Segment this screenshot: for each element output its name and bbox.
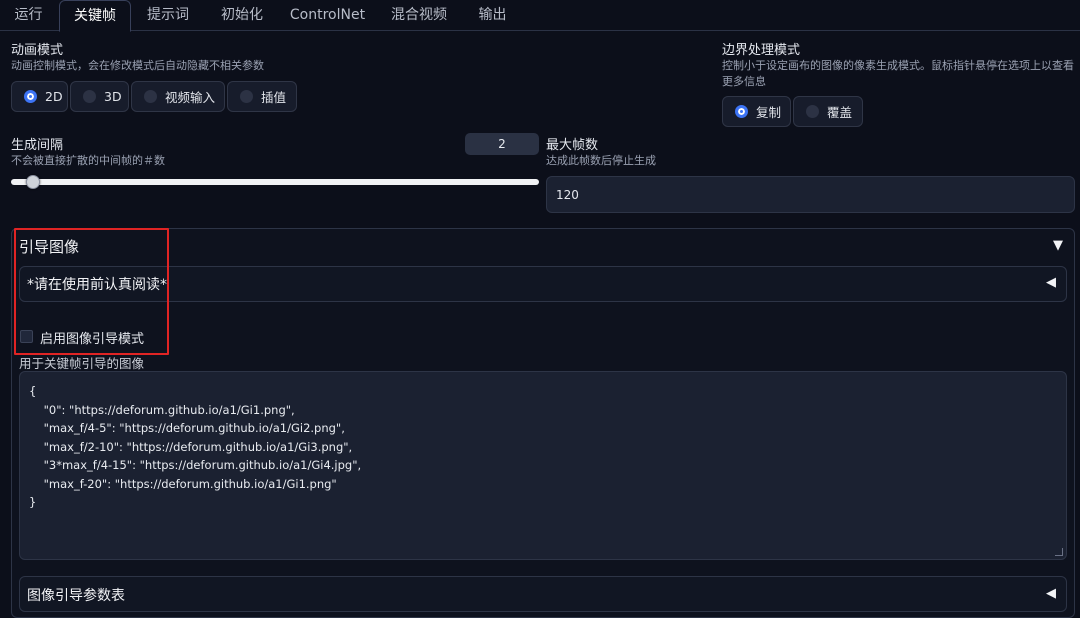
border-mode-description: 控制小于设定画布的图像的像素生成模式。鼠标指针悬停在选项上以查看 (722, 59, 1074, 72)
animation-mode-option-video-input[interactable]: 视频输入 (131, 81, 225, 112)
radio-empty-icon (83, 90, 96, 103)
enable-guided-images-checkbox[interactable] (20, 330, 33, 343)
animation-mode-option-2d[interactable]: 2D (11, 81, 68, 112)
notice-accordion[interactable] (19, 266, 1067, 302)
enable-guided-images-label: 启用图像引导模式 (40, 332, 145, 347)
animation-mode-option-3d[interactable]: 3D (70, 81, 129, 112)
cadence-label: 生成间隔 (11, 138, 64, 153)
notice-title: *请在使用前认真阅读* (27, 277, 167, 293)
border-mode-option-wrap[interactable]: 覆盖 (793, 96, 863, 127)
tab-bar: 运行 关键帧 提示词 初始化 ControlNet 混合视频 输出 (0, 0, 1080, 32)
tab-output[interactable]: 输出 (465, 0, 520, 31)
guided-images-title[interactable]: 引导图像 (19, 236, 79, 257)
collapse-triangle-down-icon[interactable]: ▼ (1053, 238, 1063, 253)
guided-images-field-label: 用于关键帧引导的图像 (19, 356, 145, 371)
radio-selected-icon (24, 90, 37, 103)
cadence-description: 不会被直接扩散的中间帧的＃数 (11, 154, 165, 167)
animation-mode-radio-group: 2D 3D 视频输入 插值 (11, 81, 301, 112)
schedule-title: 图像引导参数表 (27, 588, 125, 604)
tab-hybrid-video[interactable]: 混合视频 (376, 0, 462, 31)
tab-controlnet[interactable]: ControlNet (280, 0, 375, 31)
radio-empty-icon (240, 90, 253, 103)
option-label: 视频输入 (165, 90, 216, 105)
schedule-accordion[interactable] (19, 576, 1067, 612)
option-label: 复制 (756, 105, 782, 120)
radio-selected-icon (735, 105, 748, 118)
tab-run[interactable]: 运行 (0, 0, 57, 31)
option-label: 3D (104, 89, 122, 104)
radio-empty-icon (806, 105, 819, 118)
max-frames-description: 达成此帧数后停止生成 (546, 154, 656, 167)
animation-mode-description: 动画控制模式，会在修改模式后自动隐藏不相关参数 (11, 59, 264, 72)
radio-empty-icon (144, 90, 157, 103)
cadence-number-input[interactable]: 2 (465, 133, 539, 155)
tab-keyframes[interactable]: 关键帧 (59, 0, 131, 32)
animation-mode-option-interpolation[interactable]: 插值 (227, 81, 297, 112)
expand-triangle-left-icon[interactable]: ◀ (1046, 275, 1056, 290)
border-mode-radio-group: 复制 覆盖 (722, 96, 867, 127)
guided-images-json-textarea[interactable]: { "0": "https://deforum.github.io/a1/Gi1… (19, 371, 1067, 560)
cadence-slider[interactable] (11, 179, 539, 185)
border-mode-label: 边界处理模式 (722, 43, 801, 58)
expand-triangle-left-icon[interactable]: ◀ (1046, 586, 1056, 601)
tab-prompts[interactable]: 提示词 (133, 0, 203, 31)
max-frames-label: 最大帧数 (546, 138, 599, 153)
option-label: 2D (45, 89, 63, 104)
border-mode-option-replicate[interactable]: 复制 (722, 96, 791, 127)
resize-handle-icon[interactable] (1055, 548, 1063, 556)
option-label: 插值 (261, 90, 287, 105)
option-label: 覆盖 (827, 105, 853, 120)
cadence-slider-thumb[interactable] (25, 175, 40, 189)
border-mode-description-cont: 更多信息 (722, 75, 766, 88)
animation-mode-label: 动画模式 (11, 43, 64, 58)
max-frames-input[interactable]: 120 (546, 176, 1075, 213)
tab-init[interactable]: 初始化 (207, 0, 277, 31)
